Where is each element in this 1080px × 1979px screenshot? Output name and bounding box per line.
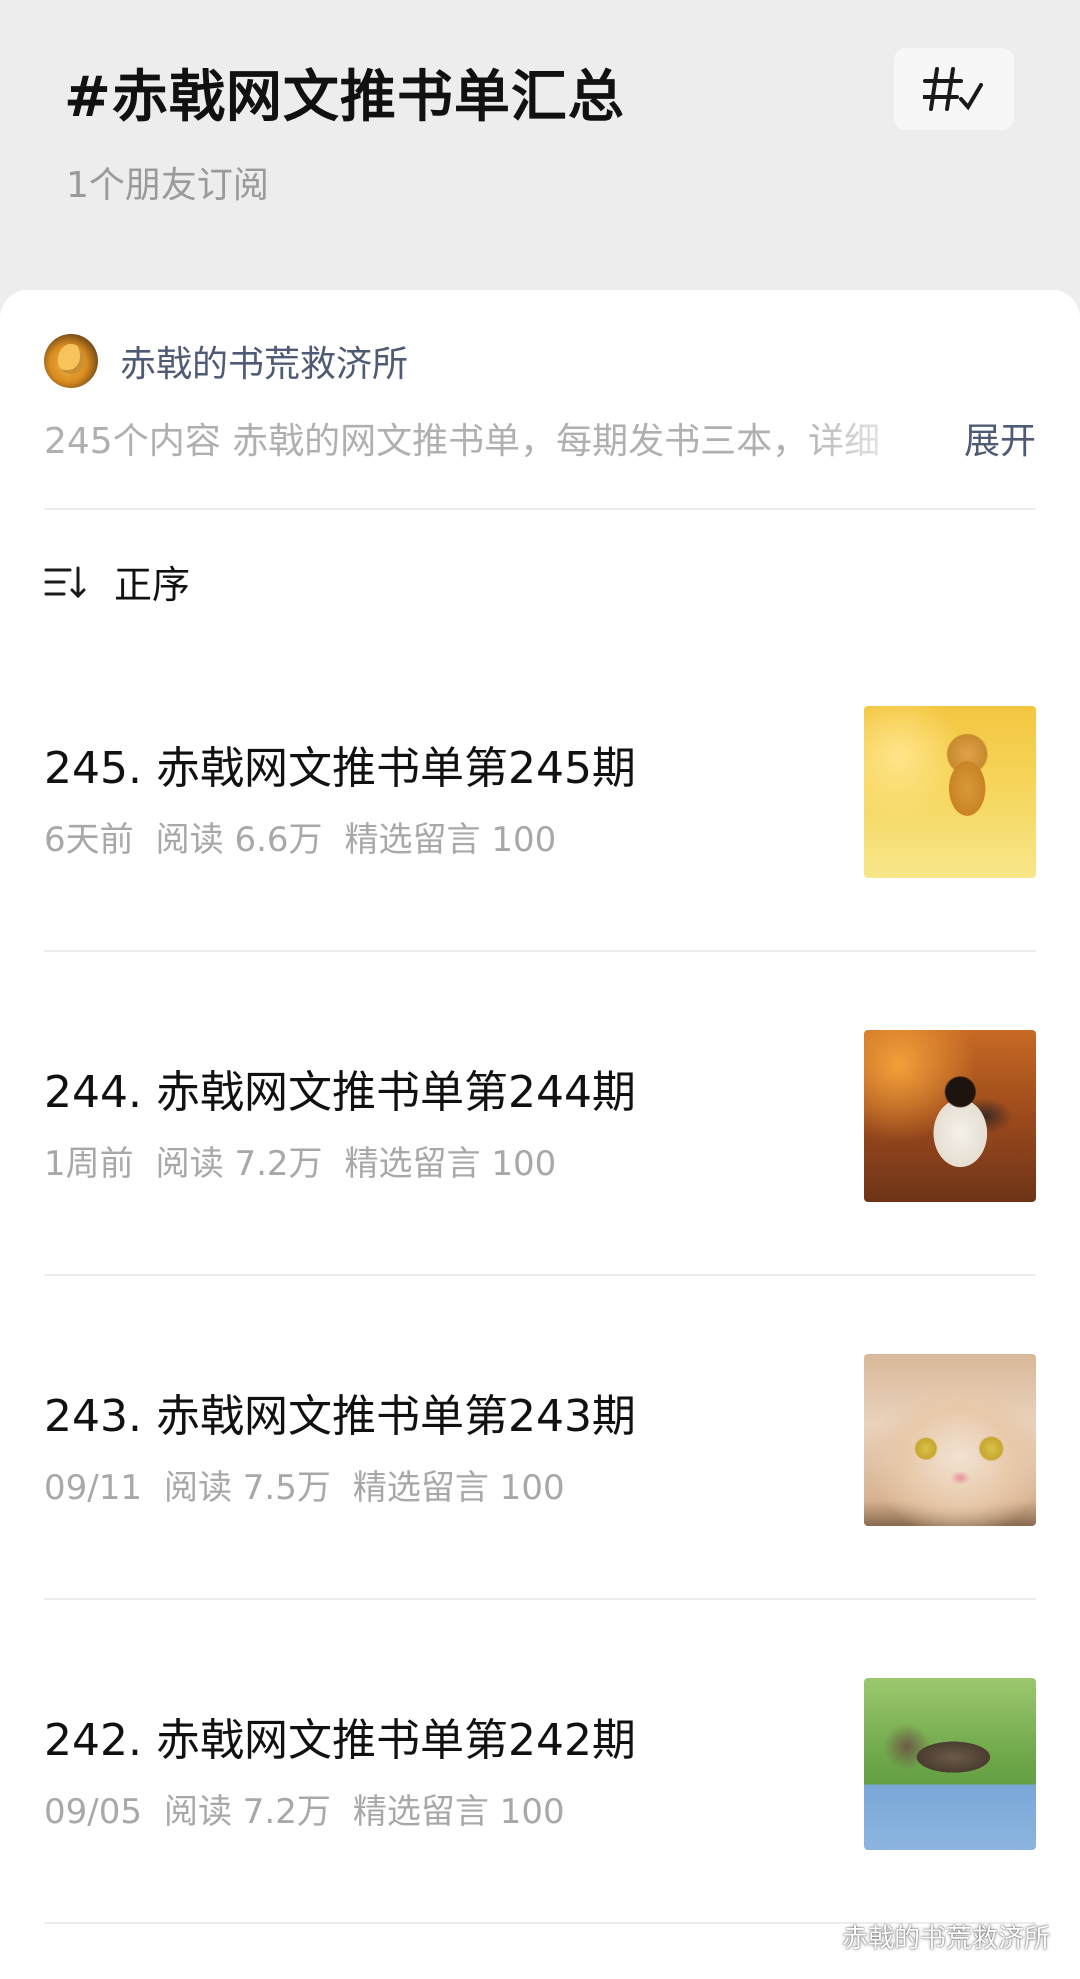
collection-description: 245个内容 赤戟的网文推书单，每期发书三本，详细 [44,421,881,462]
expand-button[interactable]: 展开 [964,412,1036,464]
article-title[interactable]: 244. 赤戟网文推书单第244期 [44,1056,636,1120]
article-reads: 阅读 7.2万 [163,1792,331,1832]
divider [44,1274,1036,1276]
article-thumbnail[interactable] [864,1354,1036,1526]
article-date: 09/11 [44,1468,142,1508]
article-comments: 精选留言 100 [352,1792,565,1832]
watermark-text: 赤戟的书荒救济所 [841,1924,1050,1954]
description-row: 245个内容 赤戟的网文推书单，每期发书三本，详细 展开 [44,412,1036,468]
article-meta: 09/11 阅读 7.5万 精选留言 100 [44,1460,587,1509]
article-date: 1周前 [44,1144,134,1184]
article-meta: 09/05 阅读 7.2万 精选留言 100 [44,1784,587,1833]
article-comments: 精选留言 100 [352,1468,565,1508]
page-title: #赤戟网文推书单汇总 [64,65,625,130]
article-thumbnail[interactable] [864,1678,1036,1850]
sort-order-icon [44,566,86,598]
divider [44,508,1036,510]
article-title[interactable]: 245. 赤戟网文推书单第245期 [44,732,636,796]
subscriber-count: 1个朋友订阅 [66,165,269,206]
divider [44,950,1036,952]
sort-label: 正序 [114,563,191,607]
sort-toggle[interactable]: 正序 [44,554,190,609]
article-comments: 精选留言 100 [344,820,557,860]
article-reads: 阅读 7.5万 [163,1468,331,1508]
article-thumbnail[interactable] [864,1030,1036,1202]
hashtag-edit-icon [923,67,983,111]
divider [44,1598,1036,1600]
article-thumbnail[interactable] [864,706,1036,878]
list-item[interactable]: 242. 赤戟网文推书单第242期 09/05 阅读 7.2万 精选留言 100 [44,1678,1036,1878]
article-meta: 1周前 阅读 7.2万 精选留言 100 [44,1136,578,1185]
article-title[interactable]: 242. 赤戟网文推书单第242期 [44,1704,636,1768]
hashtag-button[interactable] [894,48,1014,130]
article-title[interactable]: 243. 赤戟网文推书单第243期 [44,1380,636,1444]
account-row[interactable]: 赤戟的书荒救济所 [44,334,408,388]
collection-card: 赤戟的书荒救济所 245个内容 赤戟的网文推书单，每期发书三本，详细 展开 正序… [0,290,1080,1979]
avatar[interactable] [44,334,98,388]
account-name[interactable]: 赤戟的书荒救济所 [120,335,408,387]
list-item[interactable]: 245. 赤戟网文推书单第245期 6天前 阅读 6.6万 精选留言 100 [44,706,1036,906]
article-reads: 阅读 6.6万 [155,820,323,860]
list-item[interactable]: 243. 赤戟网文推书单第243期 09/11 阅读 7.5万 精选留言 100 [44,1354,1036,1554]
topic-header: #赤戟网文推书单汇总 1个朋友订阅 [0,0,1080,300]
article-comments: 精选留言 100 [344,1144,557,1184]
watermark: 赤戟的书荒救济所 [796,1918,1050,1955]
article-date: 6天前 [44,820,134,860]
article-meta: 6天前 阅读 6.6万 精选留言 100 [44,812,578,861]
list-item[interactable]: 244. 赤戟网文推书单第244期 1周前 阅读 7.2万 精选留言 100 [44,1030,1036,1230]
wechat-icon [797,1923,834,1950]
article-reads: 阅读 7.2万 [155,1144,323,1184]
article-date: 09/05 [44,1792,142,1832]
